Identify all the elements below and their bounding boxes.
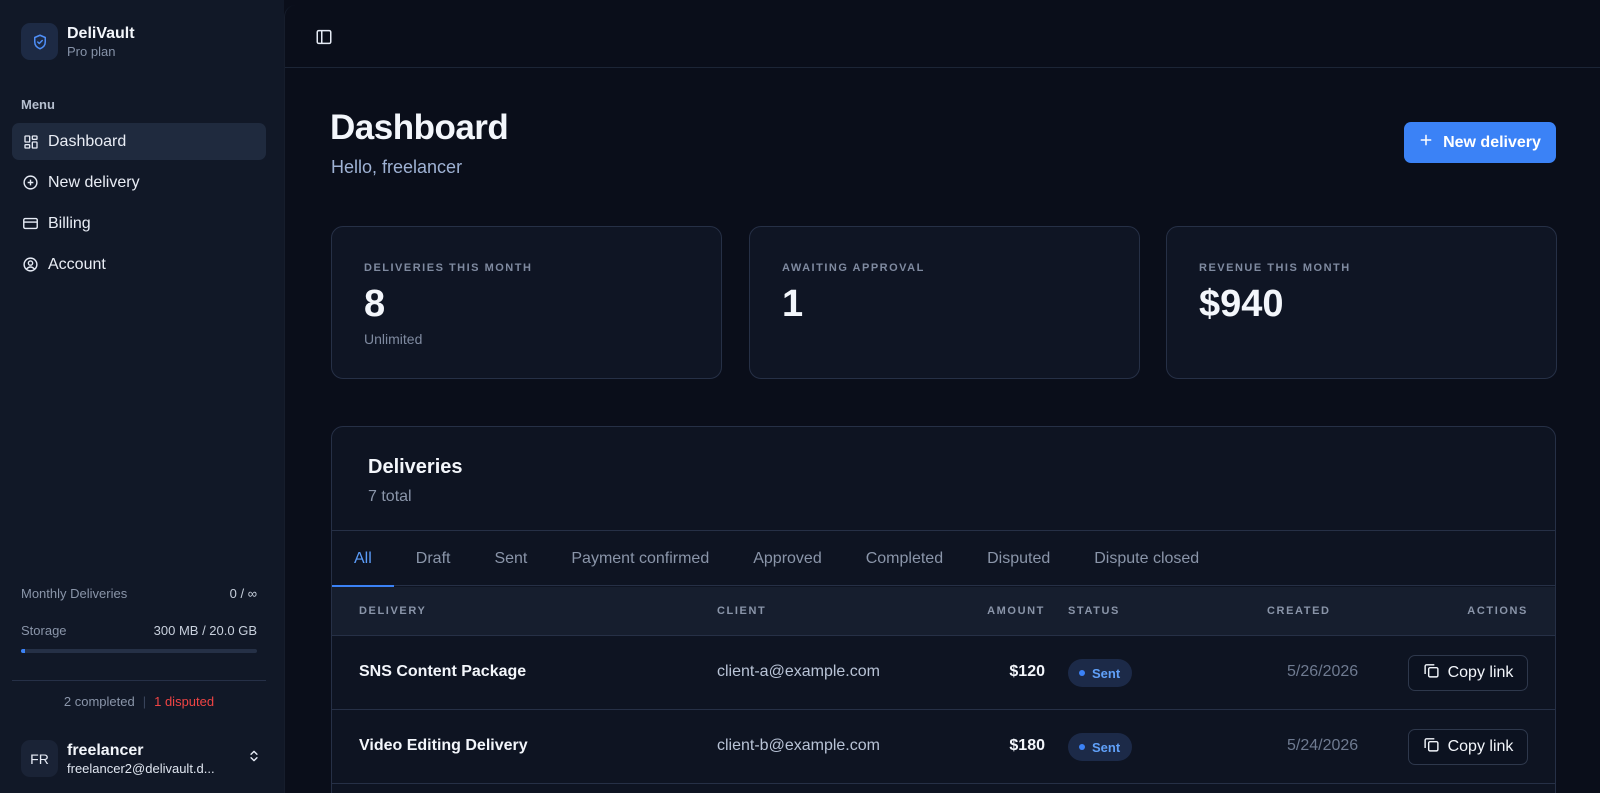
client-email: client-a@example.com	[717, 663, 880, 680]
monthly-deliveries-usage: Monthly Deliveries 0 / ∞	[21, 586, 257, 601]
plus-icon	[1419, 133, 1433, 152]
copy-link-label: Copy link	[1447, 664, 1514, 681]
column-delivery[interactable]: DELIVERY	[359, 605, 426, 617]
tab-approved[interactable]: Approved	[731, 531, 844, 587]
delivery-amount: $120	[1009, 663, 1045, 680]
sidebar-item-label: Dashboard	[48, 132, 127, 150]
sidebar-item-dashboard[interactable]: Dashboard	[12, 123, 266, 160]
status-text: Sent	[1092, 739, 1121, 755]
dashboard-icon	[22, 133, 39, 150]
stat-label: AWAITING APPROVAL	[782, 262, 925, 274]
user-circle-icon	[22, 256, 39, 273]
storage-progress-bar	[21, 649, 257, 653]
copy-link-button[interactable]: Copy link	[1408, 655, 1528, 691]
stat-card-deliveries: DELIVERIES THIS MONTH 8 Unlimited	[331, 226, 722, 379]
table-header: DELIVERY CLIENT AMOUNT STATUS CREATED AC…	[332, 587, 1555, 636]
plan-label: Pro plan	[67, 43, 116, 59]
storage-usage: Storage 300 MB / 20.0 GB	[21, 623, 257, 638]
tab-completed[interactable]: Completed	[844, 531, 965, 587]
status-dot-icon	[1079, 670, 1085, 676]
status-tabs: All Draft Sent Payment confirmed Approve…	[332, 530, 1555, 588]
storage-progress-fill	[21, 649, 25, 653]
tab-all[interactable]: All	[332, 531, 394, 588]
completed-count: 2 completed	[63, 694, 135, 709]
sidebar-item-label: Billing	[48, 214, 91, 232]
status-badge: Sent	[1068, 733, 1133, 761]
new-delivery-button-label: New delivery	[1443, 133, 1541, 151]
stat-sub: Unlimited	[364, 331, 423, 347]
created-date: 5/26/2026	[1287, 663, 1359, 680]
menu-label: Menu	[21, 97, 55, 112]
stat-label: DELIVERIES THIS MONTH	[364, 262, 533, 274]
greeting: Hello, freelancer	[331, 157, 463, 177]
status-dot-icon	[1079, 744, 1085, 750]
topbar	[285, 5, 1600, 68]
column-actions: ACTIONS	[1467, 605, 1528, 617]
main-content: Dashboard Hello, freelancer New delivery…	[284, 5, 1600, 793]
table-row[interactable]: SNS Content Package client-a@example.com…	[332, 637, 1555, 710]
user-menu[interactable]: FR freelancer freelancer2@delivault.d...	[21, 740, 261, 777]
avatar: FR	[21, 740, 58, 777]
plus-circle-icon	[22, 174, 39, 191]
summary-separator: |	[142, 694, 147, 709]
copy-link-label: Copy link	[1447, 738, 1514, 755]
new-delivery-button[interactable]: New delivery	[1404, 122, 1556, 163]
delivery-amount: $180	[1009, 737, 1045, 754]
app-root: DeliVault Pro plan Menu Dashboard New de…	[0, 0, 1600, 793]
page-title: Dashboard	[330, 108, 509, 147]
brand[interactable]: DeliVault Pro plan	[21, 23, 135, 60]
stat-value: 8	[364, 283, 386, 325]
storage-value: 300 MB / 20.0 GB	[153, 623, 257, 638]
delivery-summary: 2 completed | 1 disputed	[12, 694, 266, 709]
sidebar-item-billing[interactable]: Billing	[12, 205, 266, 242]
disputed-count: 1 disputed	[154, 694, 215, 709]
divider	[12, 680, 266, 681]
app-name: DeliVault	[67, 24, 135, 42]
tab-dispute-closed[interactable]: Dispute closed	[1072, 531, 1221, 587]
column-status[interactable]: STATUS	[1068, 605, 1120, 617]
stat-card-awaiting: AWAITING APPROVAL 1	[749, 226, 1140, 379]
tab-payment-confirmed[interactable]: Payment confirmed	[549, 531, 731, 587]
shield-icon	[21, 23, 58, 60]
tab-sent[interactable]: Sent	[472, 531, 549, 587]
chevron-up-down-icon	[247, 748, 261, 769]
column-amount[interactable]: AMOUNT	[987, 605, 1045, 617]
sidebar-toggle-icon[interactable]	[315, 28, 333, 46]
delivery-name: SNS Content Package	[359, 663, 527, 680]
sidebar: DeliVault Pro plan Menu Dashboard New de…	[0, 0, 284, 793]
tab-draft[interactable]: Draft	[394, 531, 473, 587]
sidebar-item-label: New delivery	[48, 173, 140, 191]
stat-value: 1	[782, 283, 804, 325]
monthly-deliveries-label: Monthly Deliveries	[21, 586, 128, 601]
tab-disputed[interactable]: Disputed	[965, 531, 1072, 587]
copy-icon	[1423, 736, 1440, 758]
sidebar-item-label: Account	[48, 255, 106, 273]
panel-title: Deliveries	[368, 456, 463, 478]
stat-card-revenue: REVENUE THIS MONTH $940	[1166, 226, 1557, 379]
client-email: client-b@example.com	[717, 737, 880, 754]
stat-label: REVENUE THIS MONTH	[1199, 262, 1351, 274]
copy-link-button[interactable]: Copy link	[1408, 729, 1528, 765]
status-badge: Sent	[1068, 659, 1133, 687]
user-name: freelancer	[67, 741, 144, 759]
created-date: 5/24/2026	[1287, 737, 1359, 754]
deliveries-panel: Deliveries 7 total All Draft Sent Paymen…	[331, 426, 1556, 793]
user-email: freelancer2@delivault.d...	[67, 760, 215, 776]
table-row[interactable]: Video Editing Delivery client-b@example.…	[332, 711, 1555, 784]
column-client[interactable]: CLIENT	[717, 605, 766, 617]
sidebar-nav: Dashboard New delivery Billing Account	[12, 123, 266, 287]
stat-value: $940	[1199, 283, 1284, 325]
column-created[interactable]: CREATED	[1267, 605, 1331, 617]
copy-icon	[1423, 662, 1440, 684]
status-text: Sent	[1092, 665, 1121, 681]
panel-subtitle: 7 total	[368, 488, 412, 505]
credit-card-icon	[22, 215, 39, 232]
sidebar-item-new-delivery[interactable]: New delivery	[12, 164, 266, 201]
delivery-name: Video Editing Delivery	[359, 737, 528, 754]
sidebar-item-account[interactable]: Account	[12, 246, 266, 283]
monthly-deliveries-value: 0 / ∞	[229, 586, 257, 601]
storage-label: Storage	[21, 623, 67, 638]
